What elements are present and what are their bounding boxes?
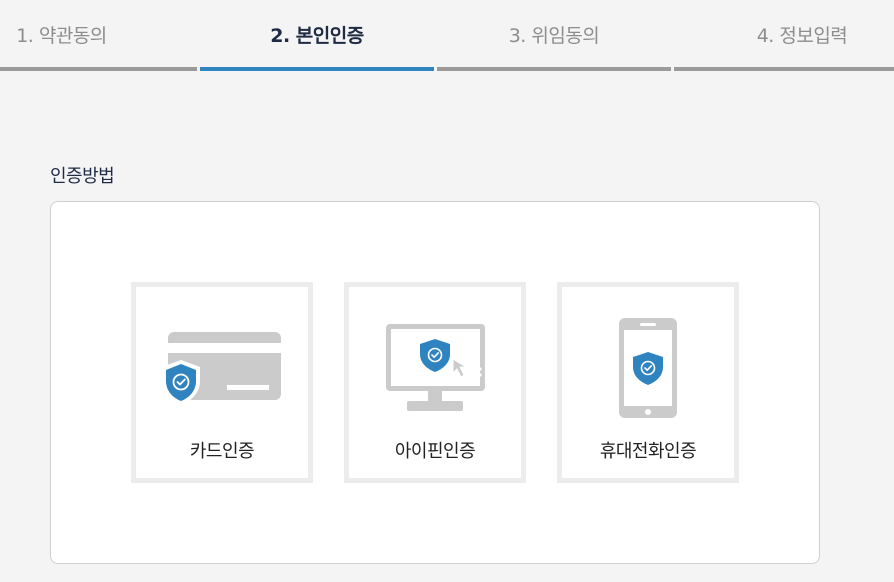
card-shield-icon <box>162 332 281 405</box>
step-terms-label: 1. 약관동의 <box>16 24 107 47</box>
card-verification-button[interactable]: 카드인증 <box>131 282 313 483</box>
phone-verification-button[interactable]: 휴대전화인증 <box>557 282 739 483</box>
step-delegation-label: 3. 위임동의 <box>508 24 600 47</box>
step-progress: 1. 약관동의 2. 본인인증 3. 위임동의 4. 정보입력 <box>0 0 894 72</box>
phone-shield-icon <box>619 318 677 418</box>
step-verification: 2. 본인인증 <box>200 0 434 72</box>
step-terms-bar <box>0 67 197 71</box>
step-delegation-bar <box>437 67 671 71</box>
step-verification-label: 2. 본인인증 <box>270 24 364 47</box>
phone-verification-label: 휴대전화인증 <box>599 441 697 462</box>
card-verification-label: 카드인증 <box>189 441 255 462</box>
ipin-verification-button[interactable]: 아이핀인증 <box>344 282 526 483</box>
step-verification-bar <box>200 67 434 71</box>
step-info-input-label: 4. 정보입력 <box>756 24 848 47</box>
section-title: 인증방법 <box>50 166 115 187</box>
verification-method-panel: 카드인증 아이핀인증 휴대전화인증 <box>50 201 820 564</box>
monitor-shield-icon <box>386 324 485 411</box>
ipin-verification-label: 아이핀인증 <box>394 441 476 462</box>
step-info-input: 4. 정보입력 <box>674 0 894 72</box>
step-terms: 1. 약관동의 <box>0 0 197 72</box>
step-delegation: 3. 위임동의 <box>437 0 671 72</box>
step-info-input-bar <box>674 67 894 71</box>
